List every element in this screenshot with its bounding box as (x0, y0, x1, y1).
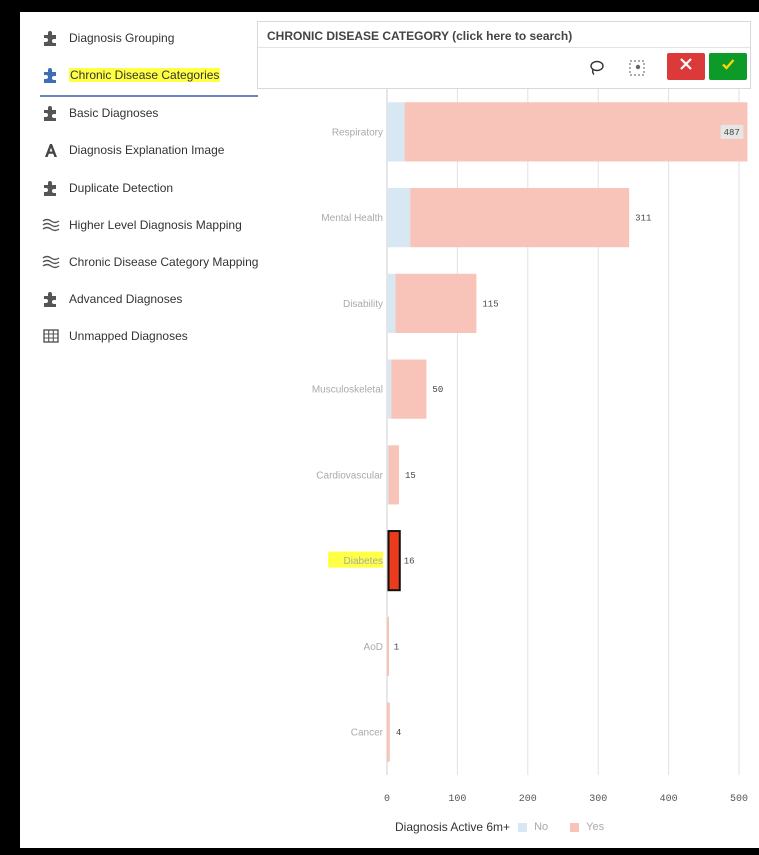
bar-yes[interactable] (395, 273, 477, 333)
bar-yes[interactable] (387, 616, 389, 676)
field-title[interactable]: CHRONIC DISEASE CATEGORY (click here to … (267, 29, 572, 43)
x-tick-label: 400 (660, 794, 678, 805)
category-label[interactable]: Diabetes (344, 556, 383, 567)
data-label: 1 (394, 642, 399, 652)
puzzle-icon (42, 179, 60, 197)
table-icon (42, 327, 60, 345)
data-label: 487 (724, 128, 740, 138)
legend-label-no[interactable]: No (534, 821, 548, 833)
sidebar-item-duplicate-detection[interactable]: Duplicate Detection (42, 173, 257, 203)
legend-swatch-no[interactable] (518, 822, 528, 832)
sidebar-item-advanced-diagnoses[interactable]: Advanced Diagnoses (42, 284, 257, 314)
data-label: 15 (405, 471, 416, 481)
data-label: 50 (432, 385, 443, 395)
category-label[interactable]: Disability (343, 299, 383, 310)
cancel-selection-button[interactable] (667, 53, 705, 80)
category-label[interactable]: AoD (364, 642, 383, 653)
legend-title: Diagnosis Active 6m+ (395, 820, 511, 834)
text-a-icon (42, 141, 60, 159)
legend: Diagnosis Active 6m+ No Yes (395, 820, 604, 834)
category-label[interactable]: Mental Health (321, 213, 383, 224)
app-frame: Respiratory 487 Mental Health 311 Disability… (20, 12, 759, 848)
data-label: 4 (396, 728, 401, 738)
sidebar-item-label: Basic Diagnoses (69, 106, 159, 120)
sidebar-item-diagnosis-grouping[interactable]: Diagnosis Grouping (42, 23, 257, 53)
sidebar-item-label: Diagnosis Explanation Image (69, 143, 225, 157)
rect-select-button[interactable] (626, 59, 648, 81)
divider (258, 47, 750, 48)
sidebar-item-label: Advanced Diagnoses (69, 292, 183, 306)
sidebar-item-basic-diagnoses[interactable]: Basic Diagnoses (42, 98, 257, 128)
sidebar-item-label: Diagnosis Grouping (69, 31, 175, 45)
rect-select-icon (628, 59, 646, 82)
bar-selected[interactable] (387, 530, 401, 592)
data-label: 311 (635, 214, 651, 224)
wave-lines-icon (42, 216, 60, 234)
bar-yes[interactable] (410, 188, 630, 248)
sidebar-item-label: Duplicate Detection (69, 181, 174, 195)
close-icon (679, 57, 693, 76)
field-search-header[interactable]: CHRONIC DISEASE CATEGORY (click here to … (257, 21, 751, 89)
puzzle-icon (42, 66, 60, 84)
category-label[interactable]: Musculoskeletal (312, 385, 383, 396)
puzzle-icon (42, 290, 60, 308)
category-label[interactable]: Cardiovascular (316, 470, 383, 481)
bar-yes[interactable] (391, 359, 427, 419)
category-label[interactable]: Respiratory (332, 127, 383, 138)
sidebar-item-chronic-disease-category-mapping[interactable]: Chronic Disease Category Mapping (42, 247, 259, 277)
sidebar-item-higher-level-diagnosis-mapping[interactable]: Higher Level Diagnosis Mapping (42, 210, 257, 240)
x-tick-label: 300 (589, 794, 607, 805)
x-tick-label: 500 (730, 794, 748, 805)
wave-lines-icon (42, 253, 60, 271)
sidebar-item-label: Chronic Disease Categories (69, 68, 221, 82)
bar-no[interactable] (387, 102, 405, 162)
lasso-select-button[interactable] (586, 59, 608, 81)
x-tick-label: 200 (519, 794, 537, 805)
lasso-icon (588, 59, 606, 82)
bar-yes[interactable] (387, 702, 390, 762)
sidebar-item-unmapped-diagnoses[interactable]: Unmapped Diagnoses (42, 321, 257, 351)
bar-yes[interactable] (388, 445, 399, 505)
sidebar-item-label: Unmapped Diagnoses (69, 329, 188, 343)
category-label[interactable]: Cancer (351, 728, 384, 739)
data-label: 16 (404, 557, 415, 567)
check-icon (721, 57, 735, 76)
legend-label-yes[interactable]: Yes (586, 821, 604, 833)
sidebar-item-chronic-disease-categories[interactable]: Chronic Disease Categories (42, 60, 257, 90)
data-label: 115 (482, 299, 498, 309)
puzzle-icon (42, 104, 60, 122)
sidebar-item-label: Chronic Disease Category Mapping (69, 255, 259, 269)
bar-no[interactable] (387, 445, 389, 505)
bar-yes[interactable] (404, 102, 748, 162)
sidebar-item-diagnosis-explanation-image[interactable]: Diagnosis Explanation Image (42, 135, 257, 165)
bar-no[interactable] (387, 273, 396, 333)
bar-no[interactable] (387, 188, 411, 248)
x-tick-label: 0 (384, 794, 390, 805)
confirm-selection-button[interactable] (709, 53, 747, 80)
sidebar: Diagnosis Grouping Chronic Disease Categ… (20, 12, 258, 412)
sidebar-item-label: Higher Level Diagnosis Mapping (69, 218, 242, 232)
bar-no[interactable] (387, 359, 392, 419)
selected-indicator (40, 95, 258, 97)
x-tick-label: 100 (448, 794, 466, 805)
puzzle-icon (42, 29, 60, 47)
legend-swatch-yes[interactable] (570, 822, 580, 832)
